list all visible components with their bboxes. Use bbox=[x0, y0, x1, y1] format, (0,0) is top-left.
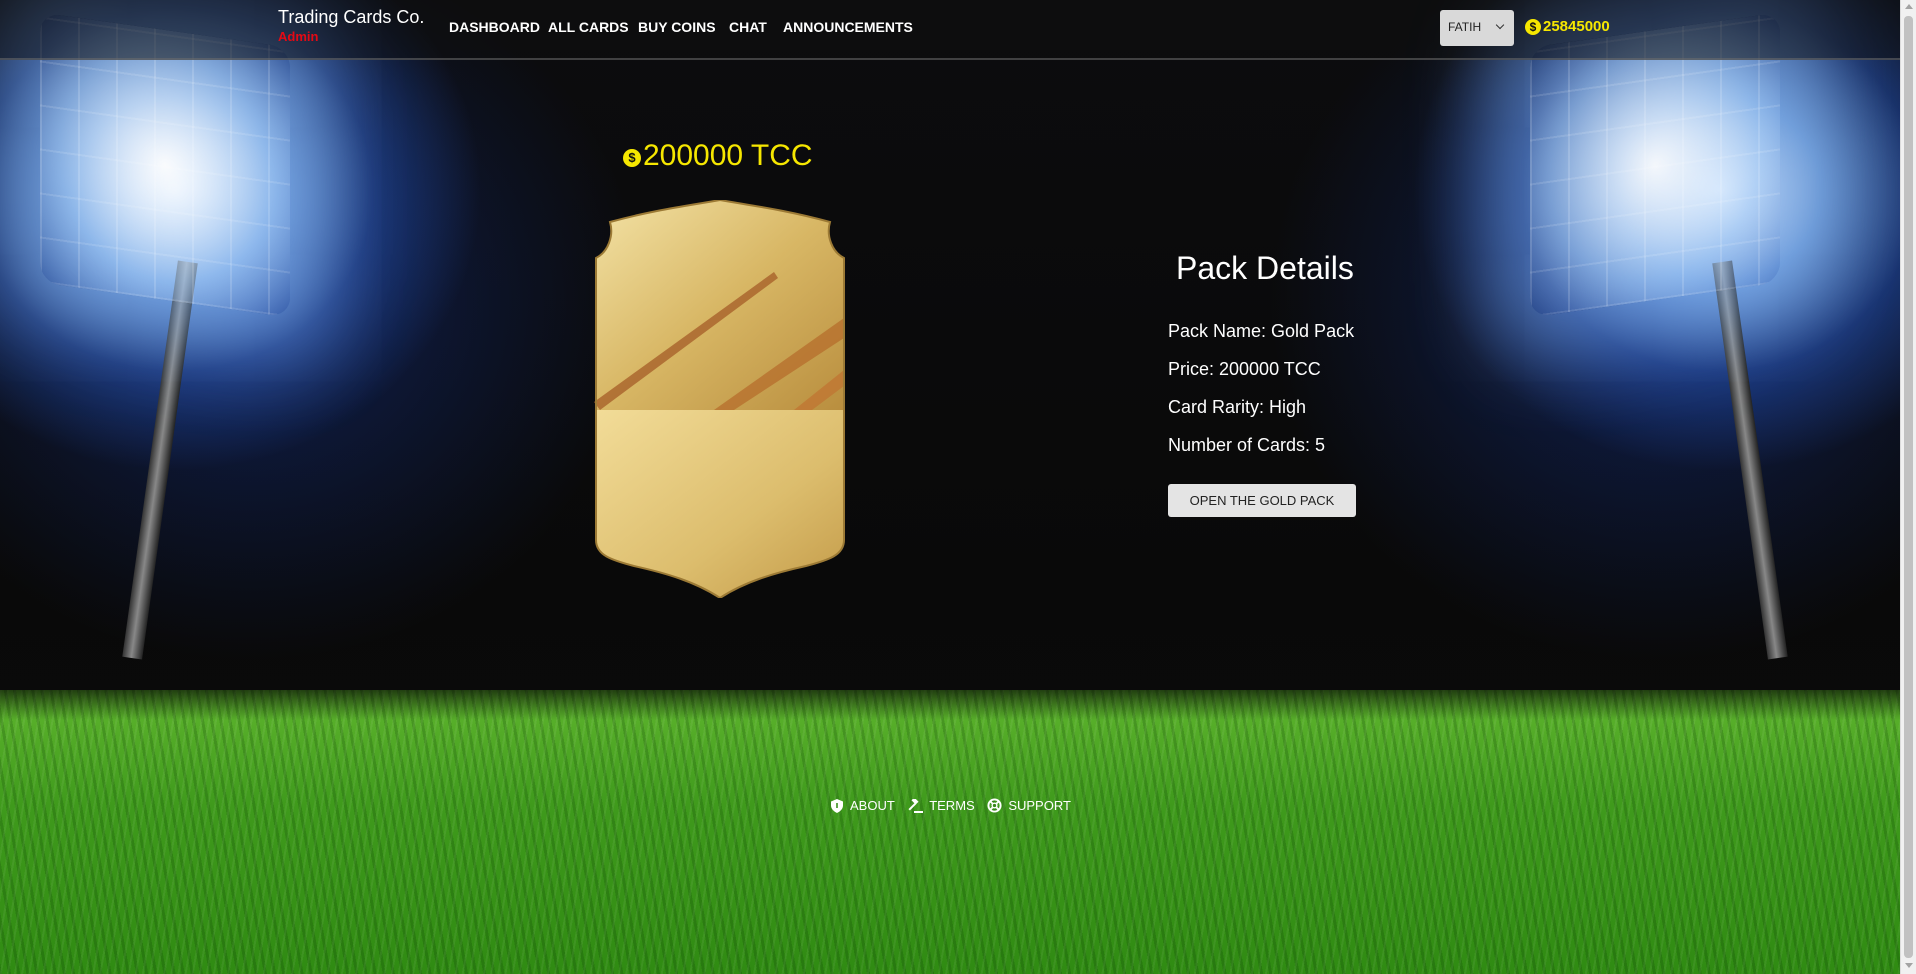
nav-dashboard[interactable]: DASHBOARD bbox=[449, 19, 540, 35]
scroll-up-arrow-icon[interactable] bbox=[1905, 4, 1913, 9]
balance-value: 25845000 bbox=[1543, 18, 1610, 35]
grass-field bbox=[0, 690, 1900, 974]
footer-terms-label: TERMS bbox=[929, 798, 975, 813]
gold-pack-card-image bbox=[594, 200, 845, 598]
open-pack-button[interactable]: OPEN THE GOLD PACK bbox=[1168, 484, 1356, 517]
user-menu-dropdown[interactable]: FATIH bbox=[1440, 10, 1514, 46]
footer-terms-link[interactable]: TERMS bbox=[907, 797, 978, 813]
nav-chat[interactable]: CHAT bbox=[729, 19, 767, 35]
user-name: FATIH bbox=[1448, 20, 1482, 34]
pack-price-value: 200000 TCC bbox=[643, 139, 813, 172]
pack-name: Pack Name: Gold Pack bbox=[1168, 321, 1355, 341]
card-rarity: Card Rarity: High bbox=[1168, 397, 1307, 417]
scroll-thumb[interactable] bbox=[1904, 16, 1913, 958]
nav-announcements[interactable]: ANNOUNCEMENTS bbox=[783, 19, 913, 35]
pack-details: Pack Details Pack Name: Gold Pack Price:… bbox=[1168, 250, 1354, 473]
pack-details-title: Pack Details bbox=[1176, 250, 1354, 286]
coin-balance: $25845000 bbox=[1525, 18, 1610, 36]
card-body-lower bbox=[596, 410, 844, 598]
lifebuoy-icon bbox=[987, 798, 1002, 813]
brand-name[interactable]: Trading Cards Co. bbox=[278, 7, 424, 28]
gavel-icon bbox=[908, 797, 924, 813]
footer-support-link[interactable]: SUPPORT bbox=[987, 798, 1071, 813]
pack-price: Price: 200000 TCC bbox=[1168, 359, 1321, 379]
brand: Trading Cards Co. Admin bbox=[278, 7, 424, 44]
vertical-scrollbar[interactable] bbox=[1900, 0, 1916, 974]
dollar-coin-icon: $ bbox=[623, 149, 641, 167]
dollar-coin-icon: $ bbox=[1525, 19, 1541, 36]
admin-badge: Admin bbox=[278, 29, 319, 44]
floodlight-pole-left bbox=[122, 260, 198, 660]
scroll-down-arrow-icon[interactable] bbox=[1905, 963, 1913, 968]
nav-buy-coins[interactable]: BUY COINS bbox=[638, 19, 716, 35]
chevron-down-icon bbox=[1495, 20, 1505, 30]
footer-about-label: ABOUT bbox=[850, 798, 895, 813]
floodlight-pole-right bbox=[1712, 260, 1788, 660]
footer-links: ABOUT TERMS SUPPORT bbox=[830, 797, 1080, 813]
footer-about-link[interactable]: ABOUT bbox=[830, 798, 898, 813]
top-navbar: Trading Cards Co. Admin DASHBOARD ALL CA… bbox=[0, 0, 1900, 60]
shield-icon bbox=[831, 799, 843, 813]
page-background: Trading Cards Co. Admin DASHBOARD ALL CA… bbox=[0, 0, 1900, 974]
pack-price-heading: $200000 TCC bbox=[623, 139, 813, 173]
number-of-cards: Number of Cards: 5 bbox=[1168, 435, 1326, 455]
footer-support-label: SUPPORT bbox=[1008, 798, 1071, 813]
nav-all-cards[interactable]: ALL CARDS bbox=[548, 19, 629, 35]
